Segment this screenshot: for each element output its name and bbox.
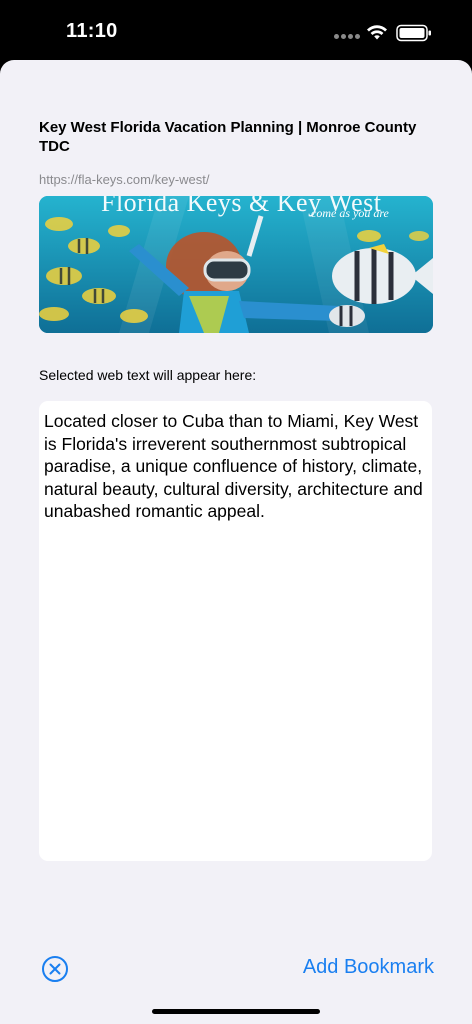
close-circle-icon[interactable] (41, 955, 69, 983)
selected-text-area[interactable]: Located closer to Cuba than to Miami, Ke… (39, 401, 432, 861)
selected-text-label: Selected web text will appear here: (39, 367, 257, 383)
page-title: Key West Florida Vacation Planning | Mon… (39, 119, 417, 155)
page-preview-image: Florida Keys & Key West come as you are (39, 196, 433, 333)
page-url: https://fla-keys.com/key-west/ (39, 172, 210, 187)
preview-tagline: come as you are (311, 206, 389, 220)
wifi-icon (367, 25, 387, 40)
home-indicator (152, 1009, 320, 1014)
status-time: 11:10 (66, 20, 118, 42)
status-bar: 11:10 (0, 0, 472, 60)
signal-dots-icon (334, 34, 360, 40)
add-bookmark-sheet: Key West Florida Vacation Planning | Mon… (0, 60, 472, 1024)
add-bookmark-button[interactable]: Add Bookmark (303, 956, 434, 979)
battery-icon (396, 24, 431, 42)
